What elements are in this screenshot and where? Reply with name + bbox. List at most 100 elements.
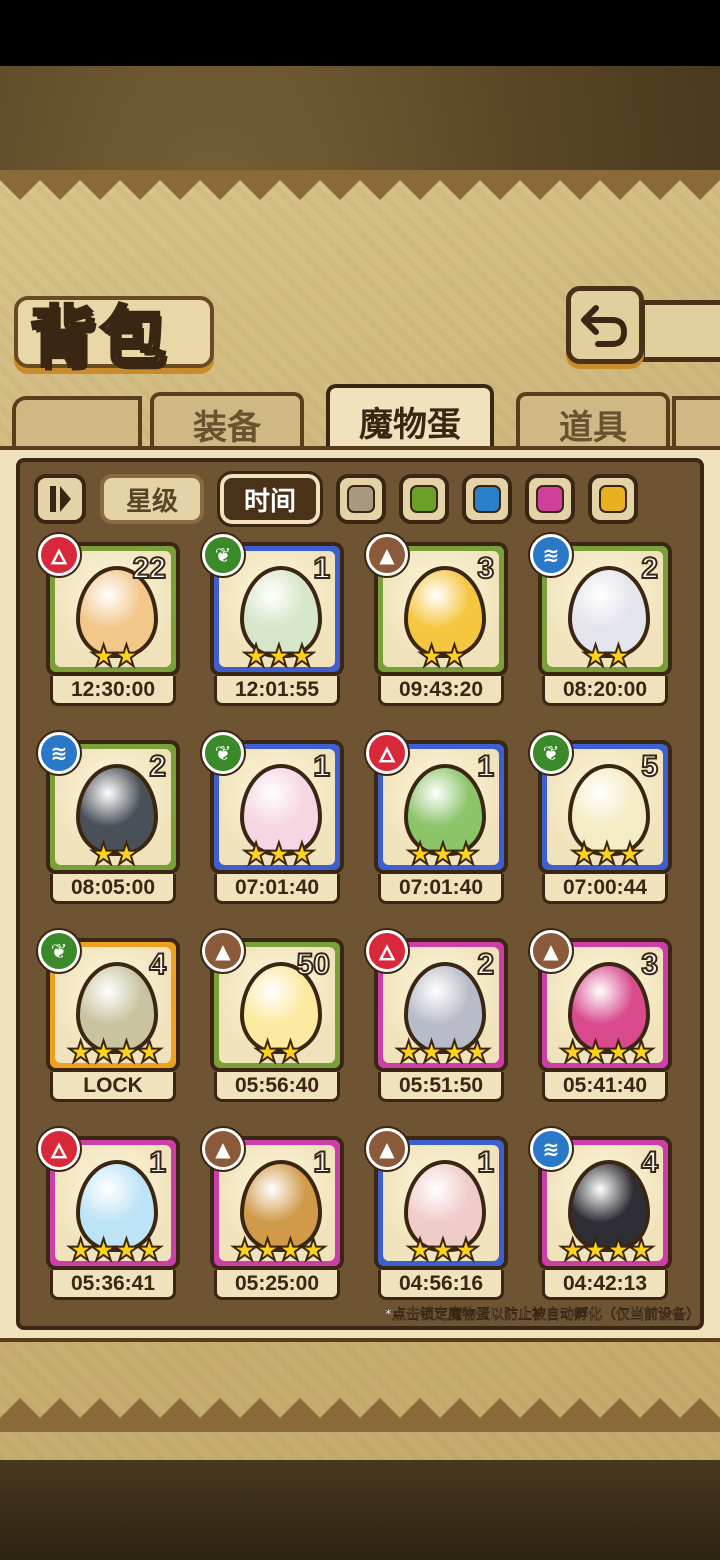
lock-label: LOCK — [50, 1072, 176, 1102]
egg-count: 2 — [476, 947, 495, 982]
egg-card[interactable]: 1 ★★★★ 🜂 05:36:41 — [38, 1128, 180, 1312]
egg-card[interactable]: 3 ★★ ▲ 09:43:20 — [366, 534, 508, 718]
egg-count: 2 — [640, 551, 659, 586]
earth-element-icon: ▲ — [202, 930, 244, 972]
egg-count: 1 — [476, 749, 495, 784]
filter-blue-swatch — [473, 485, 501, 513]
star-rating: ★★★★ — [558, 1233, 656, 1268]
star-rating: ★★ — [581, 639, 633, 674]
tab-bar-left-cap — [12, 396, 142, 452]
tab-bar-right-cap — [672, 396, 720, 452]
tab-items[interactable]: 道具 — [516, 392, 670, 452]
back-arrow-icon — [581, 305, 628, 347]
egg-count: 2 — [148, 749, 167, 784]
egg-card[interactable]: 2 ★★ ≋ 08:05:00 — [38, 732, 180, 916]
egg-card[interactable]: 22 ★★ 🜂 12:30:00 — [38, 534, 180, 718]
fire-element-icon: 🜂 — [366, 732, 408, 774]
star-rating: ★★★★ — [558, 1035, 656, 1070]
hatch-timer: 08:05:00 — [50, 874, 176, 904]
pause-button[interactable] — [34, 474, 86, 524]
egg-count: 3 — [640, 947, 659, 982]
egg-card[interactable]: 4 ★★★★ ❦ LOCK — [38, 930, 180, 1114]
status-bar — [0, 0, 720, 66]
egg-count: 50 — [296, 947, 331, 982]
egg-count: 1 — [476, 1145, 495, 1180]
auto-hatch-note: *点击锁定魔物蛋以防止被自动孵化（仅当前设备） — [384, 1307, 700, 1323]
earth-element-icon: ▲ — [530, 930, 572, 972]
hatch-timer: 12:30:00 — [50, 676, 176, 706]
egg-count: 1 — [312, 749, 331, 784]
egg-count: 1 — [312, 551, 331, 586]
filter-blue-button[interactable] — [462, 474, 512, 524]
egg-card[interactable]: 50 ★★ ▲ 05:56:40 — [202, 930, 344, 1114]
egg-count: 4 — [640, 1145, 659, 1180]
star-rating: ★★★★ — [394, 1035, 492, 1070]
egg-card[interactable]: 1 ★★★ ▲ 04:56:16 — [366, 1128, 508, 1312]
hatch-timer: 09:43:20 — [378, 676, 504, 706]
hatch-timer: 12:01:55 — [214, 676, 340, 706]
filter-yellow-button[interactable] — [588, 474, 638, 524]
egg-card[interactable]: 1 ★★★ ❦ 12:01:55 — [202, 534, 344, 718]
filter-pink-swatch — [536, 485, 564, 513]
egg-count: 3 — [476, 551, 495, 586]
star-rating: ★★★ — [242, 837, 317, 872]
earth-element-icon: ▲ — [366, 534, 408, 576]
egg-card[interactable]: 1 ★★★ ❦ 07:01:40 — [202, 732, 344, 916]
leaf-element-icon: ❦ — [202, 534, 244, 576]
hatch-timer: 07:00:44 — [542, 874, 668, 904]
star-rating: ★★★ — [406, 837, 481, 872]
torn-edge-bottom — [0, 1398, 720, 1432]
filter-pink-button[interactable] — [525, 474, 575, 524]
water-element-icon: ≋ — [530, 1128, 572, 1170]
hatch-timer: 07:01:40 — [214, 874, 340, 904]
star-rating: ★★ — [89, 639, 141, 674]
sort-by-star-button[interactable]: 星级 — [100, 474, 204, 524]
tab-monster-eggs[interactable]: 魔物蛋 — [326, 384, 494, 454]
page-title: 背包 — [29, 297, 170, 378]
leaf-element-icon: ❦ — [202, 732, 244, 774]
back-button[interactable] — [566, 286, 644, 364]
egg-card[interactable]: 5 ★★★ ❦ 07:00:44 — [530, 732, 672, 916]
egg-card[interactable]: 3 ★★★★ ▲ 05:41:40 — [530, 930, 672, 1114]
egg-count: 4 — [148, 947, 167, 982]
star-rating: ★★★ — [406, 1233, 481, 1268]
filter-green-swatch — [410, 485, 438, 513]
star-rating: ★★★★ — [66, 1035, 164, 1070]
egg-card[interactable]: 2 ★★★★ 🜂 05:51:50 — [366, 930, 508, 1114]
hatch-timer: 05:41:40 — [542, 1072, 668, 1102]
leaf-element-icon: ❦ — [530, 732, 572, 774]
background-bottom — [0, 1450, 720, 1560]
egg-card[interactable]: 1 ★★★ 🜂 07:01:40 — [366, 732, 508, 916]
egg-card[interactable]: 1 ★★★★ ▲ 05:25:00 — [202, 1128, 344, 1312]
star-rating: ★★★ — [570, 837, 645, 872]
filter-yellow-swatch — [599, 485, 627, 513]
hatch-timer: 05:25:00 — [214, 1270, 340, 1300]
egg-count: 22 — [132, 551, 167, 586]
water-element-icon: ≋ — [530, 534, 572, 576]
egg-card[interactable]: 2 ★★ ≋ 08:20:00 — [530, 534, 672, 718]
filter-gray-button[interactable] — [336, 474, 386, 524]
leaf-element-icon: ❦ — [38, 930, 80, 972]
star-rating: ★★★ — [242, 639, 317, 674]
filter-gray-swatch — [347, 485, 375, 513]
hatch-timer: 04:56:16 — [378, 1270, 504, 1300]
star-rating: ★★ — [253, 1035, 305, 1070]
egg-card[interactable]: 4 ★★★★ ≋ 04:42:13 — [530, 1128, 672, 1312]
egg-count: 1 — [148, 1145, 167, 1180]
hatch-timer: 07:01:40 — [378, 874, 504, 904]
fire-element-icon: 🜂 — [38, 1128, 80, 1170]
hatch-timer: 05:56:40 — [214, 1072, 340, 1102]
torn-edge-top — [0, 170, 720, 200]
tab-equipment[interactable]: 装备 — [150, 392, 304, 452]
star-rating: ★★ — [417, 639, 469, 674]
hatch-timer: 08:20:00 — [542, 676, 668, 706]
back-bar — [640, 300, 720, 362]
earth-element-icon: ▲ — [202, 1128, 244, 1170]
water-element-icon: ≋ — [38, 732, 80, 774]
egg-count: 1 — [312, 1145, 331, 1180]
sort-by-time-button[interactable]: 时间 — [217, 471, 323, 527]
earth-element-icon: ▲ — [366, 1128, 408, 1170]
filter-green-button[interactable] — [399, 474, 449, 524]
pause-icon — [50, 486, 71, 512]
egg-count: 5 — [640, 749, 659, 784]
